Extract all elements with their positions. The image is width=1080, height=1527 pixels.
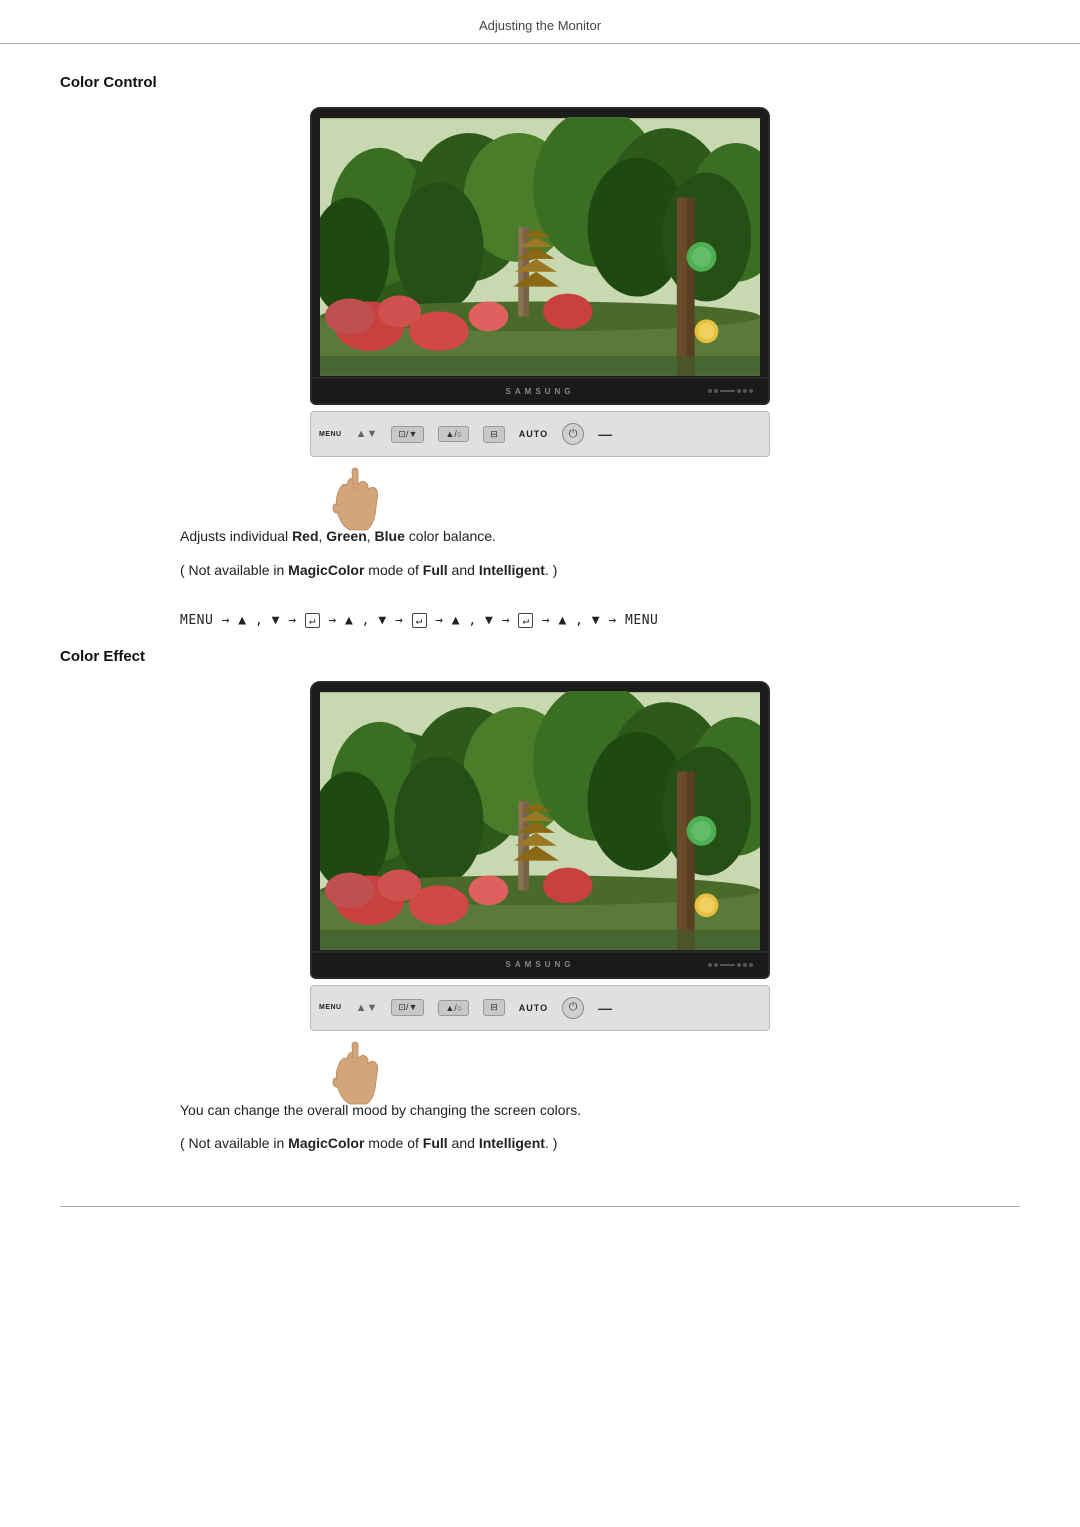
btn3-label: ⊟ <box>490 429 498 440</box>
enter-icon-2: ↵ <box>412 613 427 628</box>
bold-intelligent2: Intelligent <box>479 1135 545 1151</box>
color-control-heading: Color Control <box>60 74 1020 91</box>
nature-scene-svg-1 <box>320 117 760 377</box>
control-bar-1: MENU ▲▼ ⊡/▼ ▲/○ ⊟ AUTO ⏻ — <box>310 411 770 457</box>
btn1-label: ⊡/▼ <box>398 429 417 440</box>
color-effect-section: Color Effect <box>60 648 1020 1187</box>
power-icon-2: ⏻ <box>569 1001 578 1014</box>
dot2 <box>714 389 718 393</box>
btn2-label: ▲/○ <box>445 429 462 439</box>
ctrl-btn1: ⊡/▼ <box>391 426 424 443</box>
bold-green: Green <box>326 528 366 544</box>
monitor-screen-2 <box>320 691 760 951</box>
ctrl-btn2-2: ▲/○ <box>438 1000 469 1016</box>
btn2-2-label: ▲/○ <box>445 1003 462 1013</box>
dot-line <box>720 390 735 392</box>
bold-magiccolor2: MagicColor <box>288 1135 364 1151</box>
hand-pointer-wrap-1 <box>310 465 770 525</box>
dot2-2 <box>714 963 718 967</box>
color-effect-desc1: You can change the overall mood by chang… <box>180 1099 1000 1123</box>
control-bar-wrap-1: MENU ▲▼ ⊡/▼ ▲/○ ⊟ AUTO ⏻ — <box>310 411 770 457</box>
color-control-section: Color Control <box>60 74 1020 628</box>
auto-label-1: AUTO <box>519 429 548 439</box>
ctrl-btn2: ▲/○ <box>438 426 469 442</box>
dot2-4 <box>743 963 747 967</box>
monitor-frame-1: SAMSUNG <box>310 107 770 405</box>
color-control-desc1: Adjusts individual Red, Green, Blue colo… <box>180 525 1000 549</box>
monitor-brand-2: SAMSUNG <box>506 960 575 969</box>
btn2-3-label: ⊟ <box>490 1002 498 1013</box>
power-icon-1: ⏻ <box>569 428 578 441</box>
bold-blue: Blue <box>375 528 405 544</box>
bold-magiccolor1: MagicColor <box>288 562 364 578</box>
btn2-1-label: ⊡/▼ <box>398 1002 417 1013</box>
control-bar-2: MENU ▲▼ ⊡/▼ ▲/○ ⊟ AUTO ⏻ — <box>310 985 770 1031</box>
color-effect-desc2: ( Not available in MagicColor mode of Fu… <box>180 1132 1000 1156</box>
monitor-dots-2 <box>708 963 753 967</box>
dot4 <box>743 389 747 393</box>
enter-icon-1: ↵ <box>305 613 320 628</box>
menu-label-2: MENU <box>319 1004 342 1011</box>
bold-red: Red <box>292 528 318 544</box>
dot5 <box>749 389 753 393</box>
monitor-footer-1: SAMSUNG <box>310 379 770 405</box>
dot2-1 <box>708 963 712 967</box>
menu-label-1: MENU <box>319 431 342 438</box>
color-effect-heading: Color Effect <box>60 648 1020 665</box>
dot3 <box>737 389 741 393</box>
separator2a: ▲▼ <box>356 1002 378 1014</box>
color-effect-description: You can change the overall mood by chang… <box>60 1099 1020 1187</box>
monitor-screen-1 <box>320 117 760 377</box>
dot-line-2 <box>720 964 735 966</box>
dot2-3 <box>737 963 741 967</box>
monitor-frame-2: SAMSUNG <box>310 681 770 979</box>
page-title: Adjusting the Monitor <box>479 18 601 33</box>
monitor-brand-1: SAMSUNG <box>506 387 575 396</box>
monitor-outer-2 <box>310 681 770 953</box>
minus-btn-2[interactable]: — <box>598 1000 612 1016</box>
menu-sequence-1: MENU → ▲ , ▼ → ↵ → ▲ , ▼ → ↵ → ▲ , ▼ → ↵… <box>60 613 1020 628</box>
dot1 <box>708 389 712 393</box>
power-btn-1[interactable]: ⏻ <box>562 423 584 445</box>
monitor-outer-1 <box>310 107 770 379</box>
bold-intelligent1: Intelligent <box>479 562 545 578</box>
bottom-rule <box>60 1206 1020 1207</box>
bold-full2: Full <box>423 1135 448 1151</box>
ctrl-btn2-3: ⊟ <box>483 999 505 1016</box>
nature-scene-svg-2 <box>320 691 760 951</box>
monitor-footer-2: SAMSUNG <box>310 953 770 979</box>
content-area: Color Control <box>0 44 1080 1247</box>
enter-icon-3: ↵ <box>518 613 533 628</box>
ctrl-btn3: ⊟ <box>483 426 505 443</box>
ctrl-btn2-1: ⊡/▼ <box>391 999 424 1016</box>
hand-pointer-wrap-2 <box>310 1039 770 1099</box>
page-header: Adjusting the Monitor <box>0 0 1080 44</box>
dot2-5 <box>749 963 753 967</box>
bold-full1: Full <box>423 562 448 578</box>
page-container: Adjusting the Monitor Color Control <box>0 0 1080 1527</box>
monitor-dots-1 <box>708 389 753 393</box>
separator1a: ▲▼ <box>356 428 378 440</box>
auto-label-2: AUTO <box>519 1003 548 1013</box>
control-bar-wrap-2: MENU ▲▼ ⊡/▼ ▲/○ ⊟ AUTO ⏻ — <box>310 985 770 1031</box>
minus-btn-1[interactable]: — <box>598 426 612 442</box>
color-control-desc2: ( Not available in MagicColor mode of Fu… <box>180 559 1000 583</box>
power-btn-2[interactable]: ⏻ <box>562 997 584 1019</box>
color-control-description: Adjusts individual Red, Green, Blue colo… <box>60 525 1020 613</box>
